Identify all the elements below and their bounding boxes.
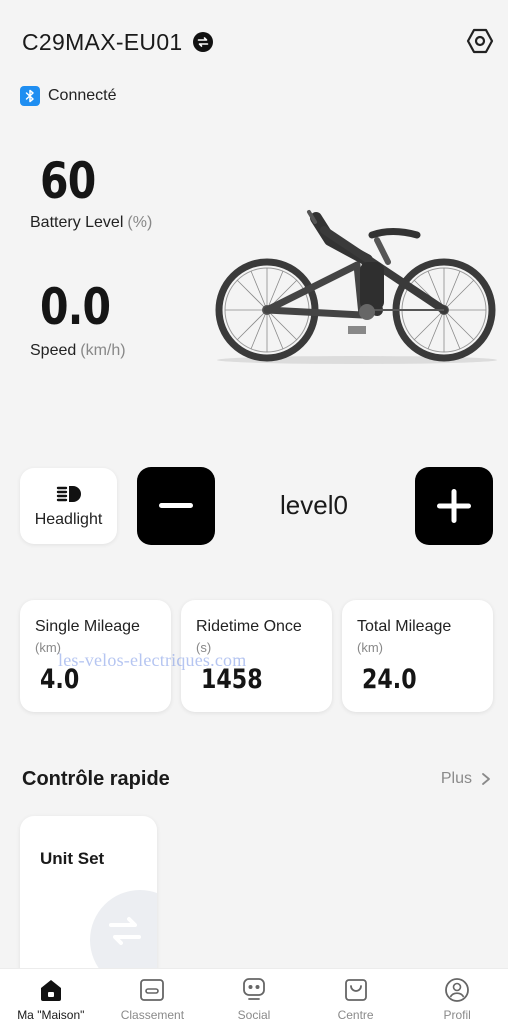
more-link-label: Plus — [440, 770, 472, 787]
nav-item-social[interactable]: Social — [203, 969, 305, 1024]
speed-label: Speed (km/h) — [30, 342, 126, 360]
device-name: C29MAX-EU01 — [22, 28, 183, 55]
plus-icon — [437, 489, 471, 523]
stat-value: 4.0 — [40, 664, 80, 695]
speed-unit: (km/h) — [80, 342, 126, 359]
headlight-button[interactable]: Headlight — [20, 468, 117, 544]
stat-unit: (km) — [35, 640, 61, 655]
quick-card-title: Unit Set — [40, 849, 105, 868]
nav-label: Classement — [120, 1008, 185, 1022]
nav-label: Profil — [443, 1008, 471, 1022]
headlight-label: Headlight — [34, 511, 103, 528]
nav-item-ranking[interactable]: Classement — [102, 969, 204, 1024]
switch-device-icon[interactable] — [192, 32, 213, 52]
stat-card-ridetime-once: Ridetime Once (s) 1458 — [181, 600, 332, 712]
speed-label-text: Speed — [30, 342, 77, 359]
quick-control-title: Contrôle rapide — [22, 768, 170, 790]
increase-level-button[interactable] — [415, 467, 493, 545]
stat-card-total-mileage: Total Mileage (km) 24.0 — [342, 600, 493, 712]
app-header: C29MAX-EU01 — [22, 24, 494, 60]
quick-card-unit-set[interactable]: Unit Set — [20, 816, 157, 986]
nav-label: Centre — [337, 1008, 374, 1022]
stat-title: Ridetime Once — [196, 618, 302, 635]
battery-label-text: Battery Level — [30, 214, 124, 231]
battery-value: 60 — [40, 152, 96, 210]
shopping-bag-icon — [344, 979, 367, 1001]
stat-value: 1458 — [201, 664, 263, 695]
profile-icon — [445, 978, 470, 1002]
home-icon — [40, 980, 61, 1001]
decrease-level-button[interactable] — [137, 467, 215, 545]
minus-icon — [159, 503, 193, 508]
assist-level: level0 — [280, 490, 348, 520]
settings-icon[interactable] — [466, 27, 494, 55]
nav-item-centre[interactable]: Centre — [305, 969, 407, 1024]
ranking-icon — [140, 979, 165, 1001]
social-icon — [243, 978, 265, 1000]
stat-title: Single Mileage — [35, 618, 140, 635]
battery-label: Battery Level (%) — [30, 214, 152, 232]
battery-unit: (%) — [127, 214, 153, 231]
stat-card-single-mileage: Single Mileage (km) 4.0 — [20, 600, 171, 712]
nav-item-profile[interactable]: Profil — [406, 969, 508, 1024]
stat-unit: (s) — [196, 640, 212, 655]
stat-title: Total Mileage — [357, 618, 452, 635]
speed-value: 0.0 — [40, 278, 111, 336]
chevron-right-icon — [482, 773, 490, 785]
nav-item-home[interactable]: Ma "Maison" — [0, 969, 102, 1024]
nav-label: Ma "Maison" — [17, 1008, 85, 1022]
stat-unit: (km) — [357, 640, 383, 655]
bottom-nav: Ma "Maison" Classement Social Centre Pro… — [0, 968, 508, 1024]
bike-illustration — [212, 200, 502, 370]
bluetooth-icon — [20, 86, 40, 106]
nav-label: Social — [237, 1008, 271, 1022]
more-link[interactable]: Plus — [441, 770, 492, 788]
headlight-icon — [55, 483, 83, 505]
stat-value: 24.0 — [362, 664, 417, 695]
connection-status: Connecté — [20, 86, 117, 106]
connection-status-text: Connecté — [48, 87, 117, 104]
